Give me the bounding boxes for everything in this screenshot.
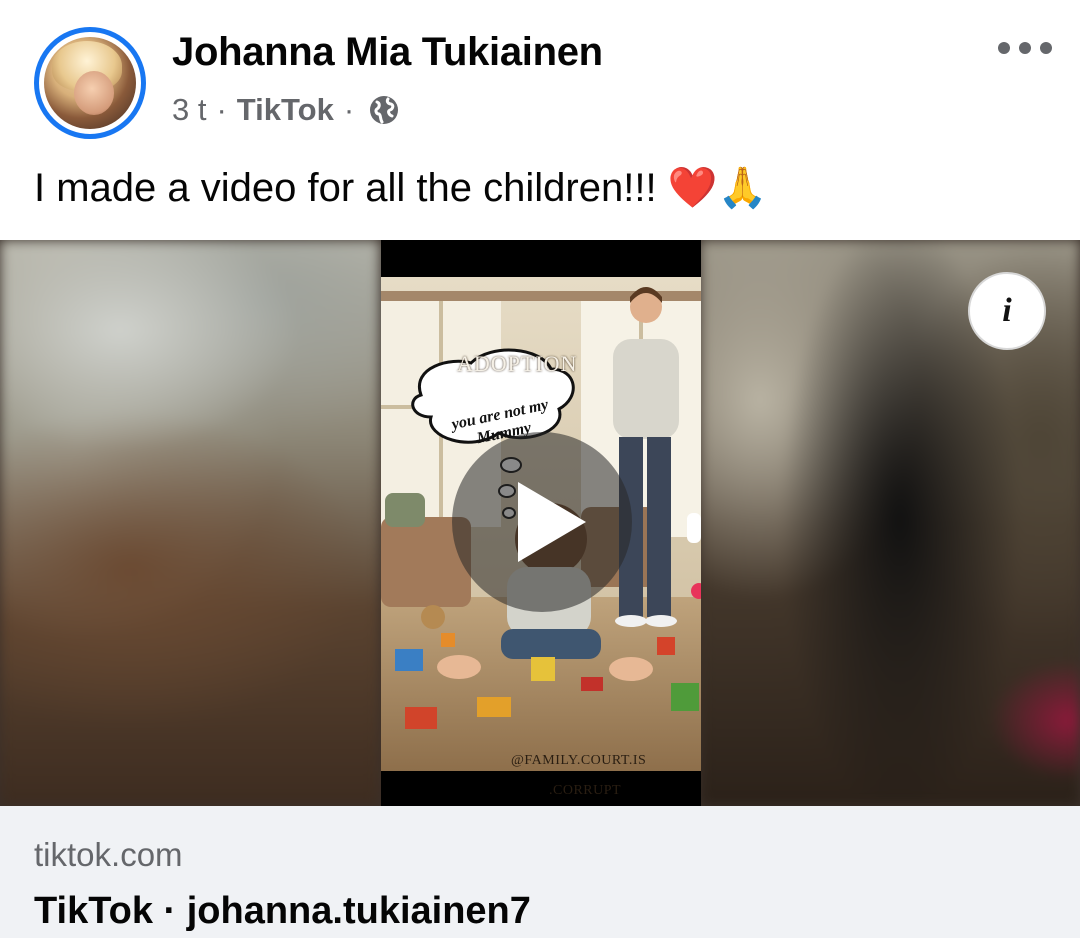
avatar-image	[44, 37, 136, 129]
video-overlay-title: ADOPTION	[457, 351, 578, 376]
meta-separator: ·	[216, 92, 227, 127]
video-credit-line-2: .CORRUPT	[549, 783, 622, 798]
play-icon	[518, 482, 586, 562]
post-source[interactable]: TikTok	[237, 92, 334, 128]
blurred-background-left	[0, 240, 380, 806]
link-domain: tiktok.com	[34, 836, 183, 873]
post-time[interactable]: 3 t	[172, 92, 206, 128]
post-meta: 3 t · TikTok ·	[172, 90, 400, 130]
video-credit-line-1: @FAMILY.COURT.IS	[511, 753, 647, 768]
dot-icon	[998, 42, 1010, 54]
profile-avatar[interactable]	[34, 27, 146, 139]
play-button[interactable]	[452, 432, 632, 612]
author-name[interactable]: Johanna Mia Tukiainen	[172, 30, 603, 75]
more-options-button[interactable]	[992, 30, 1058, 66]
post-text: I made a video for all the children!!! ❤…	[34, 166, 768, 210]
link-title: TikTok · johanna.tukiainen7	[34, 890, 531, 932]
info-button[interactable]: i	[968, 272, 1046, 350]
dot-icon	[1040, 42, 1052, 54]
link-preview[interactable]: tiktok.com TikTok · johanna.tukiainen7	[0, 806, 1080, 938]
post-header: Johanna Mia Tukiainen 3 t · TikTok ·	[0, 0, 1080, 150]
globe-icon	[370, 96, 399, 124]
meta-separator-2: ·	[343, 92, 355, 127]
info-icon: i	[1002, 292, 1012, 329]
video-preview[interactable]: ADOPTION you are not my Mummy @FAMILY.CO…	[0, 240, 1080, 806]
dot-icon	[1019, 42, 1031, 54]
